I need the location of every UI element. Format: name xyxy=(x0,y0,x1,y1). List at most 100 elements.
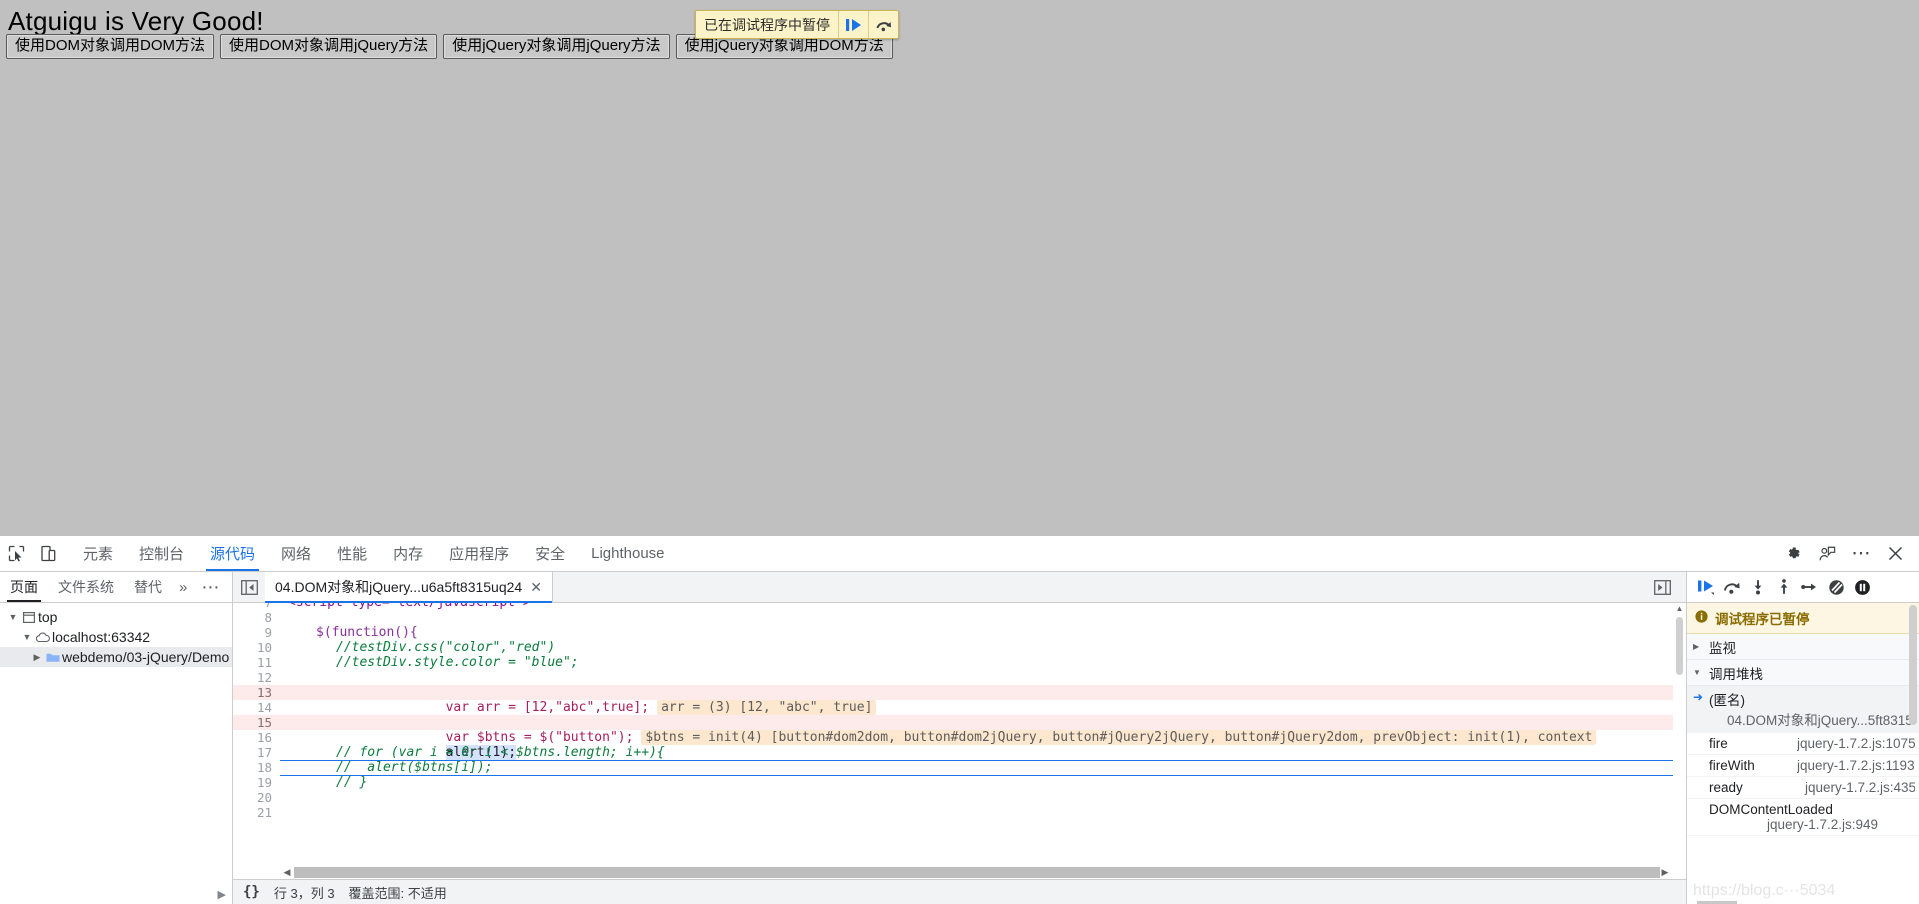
scroll-up-icon[interactable]: ▲ xyxy=(1676,603,1684,615)
scroll-left-icon[interactable]: ◀ xyxy=(280,867,294,878)
tab-elements[interactable]: 元素 xyxy=(70,536,126,571)
resume-script-icon[interactable] xyxy=(838,11,868,38)
tree-node-localhost[interactable]: ▼ localhost:63342 xyxy=(0,627,232,647)
button-dom2jquery[interactable]: 使用DOM对象调用jQuery方法 xyxy=(220,34,438,59)
tree-node-demo-folder[interactable]: ▶ webdemo/03-jQuery/Demo xyxy=(0,647,232,667)
step-icon[interactable] xyxy=(1797,574,1823,600)
navigator-more-options-icon[interactable]: ⋯ xyxy=(194,572,226,602)
folder-icon xyxy=(44,652,62,663)
scrollbar-thumb[interactable] xyxy=(1676,617,1683,675)
code-line[interactable]: 14 xyxy=(233,700,1686,715)
code-line[interactable]: 11 //testDiv.style.color = "blue"; xyxy=(233,655,1686,670)
tab-application[interactable]: 应用程序 xyxy=(436,536,522,571)
tab-sources[interactable]: 源代码 xyxy=(197,536,268,571)
editor-vertical-scrollbar[interactable]: ▲ xyxy=(1673,603,1686,879)
deactivate-breakpoints-icon[interactable] xyxy=(1823,574,1849,600)
call-stack-frame[interactable]: ready jquery-1.7.2.js:435 xyxy=(1687,777,1919,799)
tree-node-top[interactable]: ▼ top xyxy=(0,607,232,627)
call-stack-frame[interactable]: ➜ (匿名) 04.DOM对象和jQuery...5ft8315uq xyxy=(1687,686,1919,733)
frame-location: jquery-1.7.2.js:435 xyxy=(1805,780,1915,795)
tab-console[interactable]: 控制台 xyxy=(126,536,197,571)
nav-tab-page[interactable]: 页面 xyxy=(0,572,48,602)
code-line-breakpoint[interactable]: 13 var arr = [12,"abc",true]; arr = (3) [… xyxy=(233,685,1686,715)
show-debugger-icon[interactable] xyxy=(1646,571,1678,604)
call-stack-list: ➜ (匿名) 04.DOM对象和jQuery...5ft8315uq fire … xyxy=(1687,686,1919,836)
pause-on-exceptions-icon[interactable] xyxy=(1849,574,1875,600)
call-stack-frame[interactable]: DOMContentLoaded jquery-1.7.2.js:949 xyxy=(1687,799,1919,836)
close-icon[interactable] xyxy=(1879,537,1911,570)
gear-icon[interactable] xyxy=(1777,537,1809,570)
coverage-label: 覆盖范围: 不适用 xyxy=(348,885,447,901)
more-options-icon[interactable]: ⋯ xyxy=(1845,537,1877,570)
code-line[interactable]: 21 xyxy=(233,805,1686,820)
call-stack-frame[interactable]: fire jquery-1.7.2.js:1075 xyxy=(1687,733,1919,755)
chevron-down-icon[interactable]: ▼ xyxy=(6,612,20,622)
paused-in-debugger-label: 已在调试程序中暂停 xyxy=(704,16,830,33)
step-out-icon[interactable] xyxy=(1771,574,1797,600)
code-line-breakpoint-current[interactable]: 15 var $btns = $("button"); $btns = init(… xyxy=(233,715,1686,761)
tree-node-label: top xyxy=(38,609,58,625)
line-number: 19 xyxy=(256,775,272,790)
line-number: 17 xyxy=(256,745,272,760)
cursor-position-label: 行 3，列 3 xyxy=(273,885,335,901)
nav-tab-filesystem[interactable]: 文件系统 xyxy=(48,572,124,602)
info-icon xyxy=(1695,610,1708,626)
chevron-right-icon[interactable]: ▶ xyxy=(30,652,44,663)
line-content: $(function(){ xyxy=(280,625,1686,640)
frame-info: DOMContentLoaded jquery-1.7.2.js:949 xyxy=(1693,802,1915,832)
scrollbar-thumb[interactable] xyxy=(294,867,1660,878)
editor-tab-active-file[interactable]: 04.DOM对象和jQuery...u6a5ft8315uq24 ✕ xyxy=(265,572,553,603)
show-navigator-icon[interactable] xyxy=(233,572,265,602)
inspect-element-icon[interactable] xyxy=(0,537,32,570)
frame-location: 04.DOM对象和jQuery...5ft8315uq xyxy=(1727,713,1915,728)
button-dom2dom[interactable]: 使用DOM对象调用DOM方法 xyxy=(6,34,214,59)
code-line[interactable]: 18 // alert($btns[i]); xyxy=(233,760,1686,775)
line-number: 12 xyxy=(256,670,272,685)
nav-tab-overrides[interactable]: 替代 xyxy=(124,572,172,602)
line-content: // alert($btns[i]); xyxy=(336,760,493,775)
frame-name: DOMContentLoaded xyxy=(1709,802,1833,817)
tab-performance[interactable]: 性能 xyxy=(324,536,380,571)
tab-memory[interactable]: 内存 xyxy=(380,536,436,571)
scroll-right-icon[interactable]: ▶ xyxy=(1658,867,1672,878)
watch-section-header[interactable]: ▶ 监视 xyxy=(1687,634,1919,660)
call-stack-frame[interactable]: fireWith jquery-1.7.2.js:1193 xyxy=(1687,755,1919,777)
code-line[interactable]: 20 xyxy=(233,790,1686,805)
device-toolbar-icon[interactable] xyxy=(32,537,64,570)
code-line[interactable]: 8 xyxy=(233,610,1686,625)
line-number: 13 xyxy=(256,685,272,700)
editor-tabbar-right xyxy=(1646,572,1686,602)
file-navigator-pane: 页面 文件系统 替代 » ⋯ ▼ top ▼ localhost:63342 ▶… xyxy=(0,572,233,904)
step-into-icon[interactable] xyxy=(1745,574,1771,600)
step-over-icon[interactable] xyxy=(1719,574,1745,600)
chevron-down-icon[interactable]: ▼ xyxy=(1693,668,1703,677)
button-jquery2jquery[interactable]: 使用jQuery对象调用jQuery方法 xyxy=(443,34,670,59)
code-line[interactable]: 12 xyxy=(233,670,1686,685)
tab-lighthouse[interactable]: Lighthouse xyxy=(578,536,677,571)
code-editor[interactable]: 7 <script type="text/javascript"> 8 9 $(… xyxy=(233,603,1686,879)
code-line[interactable]: 19 // } xyxy=(233,775,1686,790)
line-content: // } xyxy=(336,775,368,790)
resume-script-icon[interactable] xyxy=(1693,574,1719,600)
editor-horizontal-scrollbar[interactable]: ◀ ▶ xyxy=(280,867,1686,878)
line-number: 18 xyxy=(256,760,272,775)
code-line[interactable]: 7 <script type="text/javascript"> xyxy=(233,603,1686,610)
tab-security[interactable]: 安全 xyxy=(522,536,578,571)
pretty-print-icon[interactable]: {} xyxy=(243,884,260,900)
chevron-right-icon[interactable]: ▶ xyxy=(1693,642,1703,651)
line-text: $(function(){ xyxy=(316,625,418,640)
tab-network[interactable]: 网络 xyxy=(268,536,324,571)
close-icon[interactable]: ✕ xyxy=(530,580,542,594)
navigator-overflow-icon[interactable]: » xyxy=(172,572,194,602)
code-line[interactable]: 17 // for (var i = 0; i < $btns.length; … xyxy=(233,745,1686,760)
debugger-scrollbar-thumb[interactable] xyxy=(1909,605,1917,725)
call-stack-section-header[interactable]: ▼ 调用堆栈 xyxy=(1687,660,1919,686)
code-line[interactable]: 16 alert(1); xyxy=(233,730,1686,776)
feedback-icon[interactable] xyxy=(1811,537,1843,570)
code-line[interactable]: 9 $(function(){ xyxy=(233,625,1686,640)
chevron-down-icon[interactable]: ▼ xyxy=(20,632,34,642)
line-content: // for (var i = 0; i < $btns.length; i++… xyxy=(336,745,665,760)
code-line[interactable]: 10 //testDiv.css("color","red") xyxy=(233,640,1686,655)
step-over-icon[interactable] xyxy=(868,11,898,38)
tree-node-label: localhost:63342 xyxy=(52,629,151,645)
